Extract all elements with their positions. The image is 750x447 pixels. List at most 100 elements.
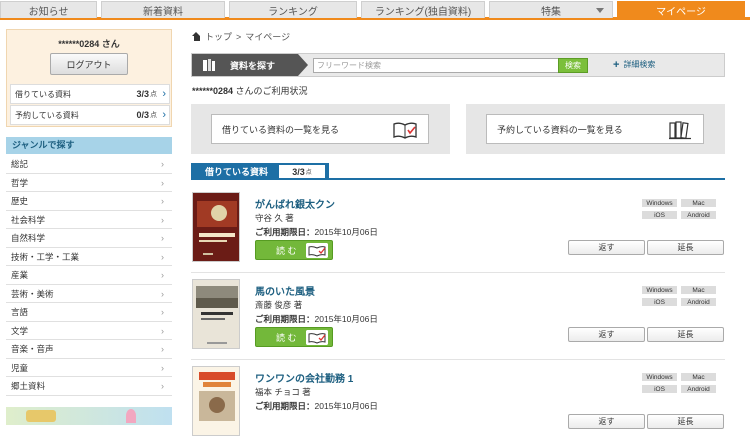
- return-button[interactable]: 返す: [568, 414, 645, 429]
- open-book-icon: [306, 243, 328, 258]
- genre-item[interactable]: 郷土資料 ›: [6, 377, 172, 396]
- due-label: ご利用期限日：: [255, 401, 315, 411]
- bookshelf-icon: [669, 121, 691, 140]
- chevron-right-icon: ›: [161, 251, 164, 262]
- genre-item-label: 音楽・音声: [11, 344, 54, 354]
- chevron-right-icon: ›: [161, 325, 164, 336]
- reserve-list-button[interactable]: 予約している資料の一覧を見る: [486, 114, 704, 144]
- chevron-right-icon: ›: [161, 381, 164, 391]
- logout-button[interactable]: ログアウト: [50, 53, 128, 75]
- extend-button[interactable]: 延長: [647, 327, 724, 342]
- chevron-right-icon: ›: [161, 270, 164, 280]
- genre-item[interactable]: 言語 ›: [6, 303, 172, 322]
- book-cover[interactable]: [192, 192, 240, 262]
- borrowing-count-unit: 点: [305, 170, 312, 176]
- genre-item-label: 芸術・美術: [11, 288, 54, 299]
- tab-feature[interactable]: 特集: [489, 1, 613, 18]
- book-title[interactable]: ワンワンの会社勤務 1: [255, 370, 353, 385]
- tab-ranking[interactable]: ランキング: [229, 1, 357, 18]
- borrowing-status-count: 3/3: [136, 89, 149, 99]
- genre-item-label: 児童: [11, 362, 29, 373]
- tab-news[interactable]: お知らせ: [0, 1, 97, 18]
- genre-item-label: 言語: [11, 307, 29, 317]
- search-button[interactable]: 検索: [558, 58, 588, 73]
- genre-item-label: 自然科学: [11, 233, 46, 243]
- book-row: がんばれ銀太クン 守谷 久 著 ご利用期限日：2015年10月06日 読 む W…: [191, 187, 725, 273]
- genre-item[interactable]: 哲学 ›: [6, 173, 172, 192]
- search-bar: 資料を探す フリーワード検索 検索 + 詳細検索: [191, 53, 725, 77]
- genre-item[interactable]: 社会科学 ›: [6, 210, 172, 229]
- book-due-date: ご利用期限日：2015年10月06日: [255, 400, 378, 412]
- chevron-right-icon: ›: [161, 196, 164, 206]
- tab-new-arrivals[interactable]: 新着資料: [101, 1, 225, 18]
- top-nav: お知らせ 新着資料 ランキング ランキング(独自資料) 特集 マイページ: [0, 0, 750, 20]
- genre-item[interactable]: 音楽・音声 ›: [6, 340, 172, 359]
- chevron-right-icon: ›: [161, 177, 164, 188]
- chevron-right-icon: ›: [161, 214, 164, 225]
- read-button[interactable]: 読 む: [255, 327, 333, 347]
- chevron-right-icon: ›: [161, 344, 164, 354]
- book-row: ワンワンの会社勤務 1 福本 チョコ 著 ご利用期限日：2015年10月06日 …: [191, 361, 725, 447]
- borrowing-tab-label: 借りている資料: [205, 167, 269, 177]
- read-label: 読 む: [276, 332, 297, 343]
- borrowing-status-link[interactable]: 借りている資料 3/3 点 ›: [10, 84, 170, 104]
- borrow-list-button[interactable]: 借りている資料の一覧を見る: [211, 114, 429, 144]
- extend-button[interactable]: 延長: [647, 414, 724, 429]
- borrowing-section-header: 借りている資料 3/3 点: [191, 163, 725, 180]
- return-button[interactable]: 返す: [568, 240, 645, 255]
- chevron-right-icon: ›: [162, 88, 166, 100]
- tab-mypage[interactable]: マイページ: [617, 1, 745, 18]
- borrowing-status-unit: 点: [150, 91, 157, 98]
- book-title[interactable]: がんばれ銀太クン: [255, 196, 335, 211]
- genre-item-label: 文学: [11, 325, 29, 336]
- genre-item[interactable]: 技術・工学・工業 ›: [6, 247, 172, 266]
- book-row: 馬のいた風景 斎藤 俊彦 著 ご利用期限日：2015年10月06日 読 む Wi…: [191, 274, 725, 360]
- tab-ranking-original[interactable]: ランキング(独自資料): [361, 1, 485, 18]
- book-cover[interactable]: [192, 279, 240, 349]
- breadcrumb: トップ > マイページ: [192, 30, 290, 43]
- plus-icon: +: [613, 58, 620, 71]
- genre-item[interactable]: 自然科学 ›: [6, 229, 172, 248]
- genre-item-label: 技術・工学・工業: [11, 251, 80, 262]
- reserved-status-count: 0/3: [136, 110, 149, 120]
- user-name: ******0284 さん: [58, 39, 120, 49]
- book-title[interactable]: 馬のいた風景: [255, 283, 315, 298]
- extend-button[interactable]: 延長: [647, 240, 724, 255]
- genre-item[interactable]: 文学 ›: [6, 321, 172, 340]
- genre-item[interactable]: 産業 ›: [6, 266, 172, 285]
- search-input[interactable]: フリーワード検索: [313, 58, 559, 73]
- status-user-id: ******0284: [192, 86, 234, 96]
- reserve-list-panel: 予約している資料の一覧を見る: [466, 104, 725, 154]
- borrow-list-label: 借りている資料の一覧を見る: [222, 124, 340, 135]
- user-box: ******0284 さん ログアウト 借りている資料 3/3 点 › 予約して…: [6, 29, 172, 127]
- platform-badge-android: Android: [680, 297, 717, 307]
- genre-heading: ジャンルで探す: [6, 137, 172, 154]
- advanced-search-link[interactable]: + 詳細検索: [613, 59, 655, 70]
- breadcrumb-separator: >: [236, 31, 242, 42]
- search-label-text: 資料を探す: [230, 60, 276, 71]
- read-button[interactable]: 読 む: [255, 240, 333, 260]
- chevron-right-icon: ›: [162, 109, 166, 121]
- genre-item[interactable]: 総記 ›: [6, 155, 172, 174]
- breadcrumb-current: マイページ: [245, 32, 291, 42]
- book-author: 福本 チョコ 著: [255, 387, 311, 397]
- chevron-down-icon: [596, 8, 604, 13]
- platform-badge-windows: Windows: [641, 285, 678, 295]
- promo-banner[interactable]: [6, 407, 172, 425]
- due-value: 2015年10月06日: [314, 227, 378, 237]
- borrow-list-panel: 借りている資料の一覧を見る: [191, 104, 450, 154]
- books-icon: [203, 59, 215, 71]
- chevron-right-icon: ›: [161, 307, 164, 317]
- due-value: 2015年10月06日: [314, 401, 378, 411]
- genre-item[interactable]: 児童 ›: [6, 358, 172, 377]
- book-due-date: ご利用期限日：2015年10月06日: [255, 313, 378, 325]
- platform-badge-mac: Mac: [680, 372, 717, 382]
- genre-item[interactable]: 芸術・美術 ›: [6, 284, 172, 303]
- search-label: 資料を探す: [192, 54, 308, 76]
- return-button[interactable]: 返す: [568, 327, 645, 342]
- genre-item[interactable]: 歴史 ›: [6, 192, 172, 211]
- reserved-status-link[interactable]: 予約している資料 0/3 点 ›: [10, 105, 170, 125]
- home-icon: [192, 32, 201, 41]
- breadcrumb-home-link[interactable]: トップ: [205, 30, 232, 43]
- book-cover[interactable]: [192, 366, 240, 436]
